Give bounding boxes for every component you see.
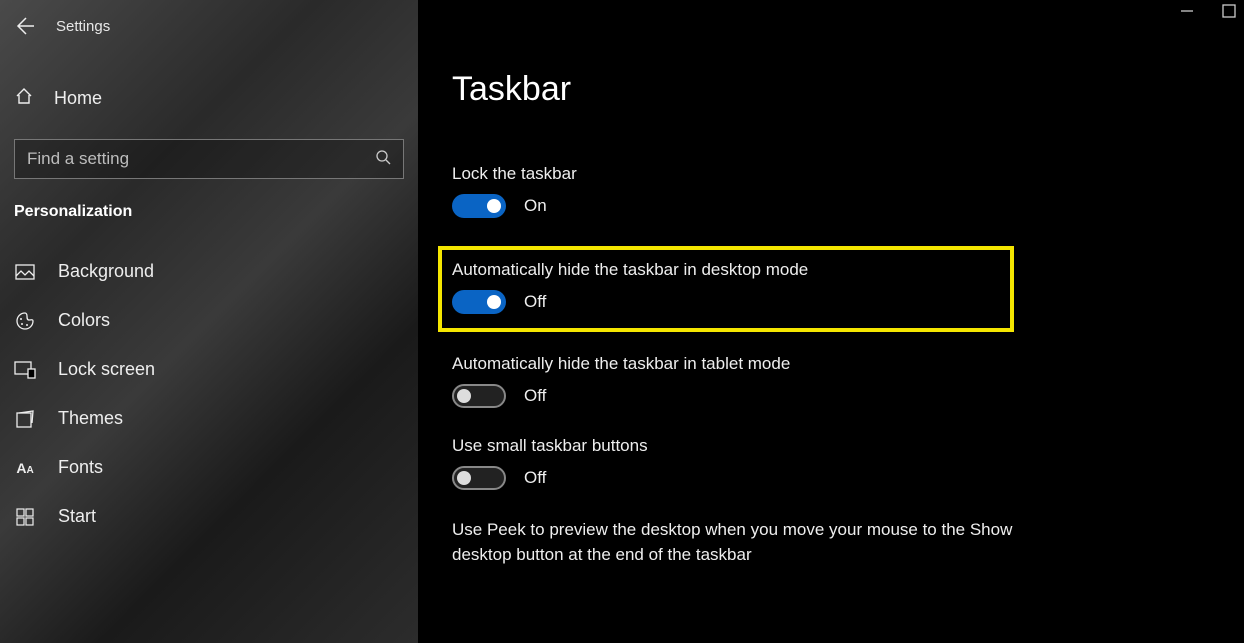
toggle-autohide-tablet[interactable] [452, 384, 506, 408]
sidebar-item-start[interactable]: Start [0, 492, 418, 541]
setting-small-buttons: Use small taskbar buttons Off [452, 436, 1244, 490]
sidebar-home-label: Home [54, 88, 102, 109]
nav-list: Background Colors Lock screen Themes AA … [0, 247, 418, 541]
toggle-state: Off [524, 292, 546, 312]
toggle-lock-taskbar[interactable] [452, 194, 506, 218]
sidebar-item-label: Fonts [58, 457, 103, 478]
sidebar-item-lock-screen[interactable]: Lock screen [0, 345, 418, 394]
sidebar-home[interactable]: Home [0, 76, 418, 121]
search-box[interactable] [14, 139, 404, 179]
sidebar-item-themes[interactable]: Themes [0, 394, 418, 443]
setting-label: Automatically hide the taskbar in deskto… [452, 260, 1000, 280]
category-label: Personalization [0, 179, 418, 229]
sidebar-item-label: Background [58, 261, 154, 282]
page-title: Taskbar [452, 70, 1244, 109]
toggle-autohide-desktop[interactable] [452, 290, 506, 314]
image-icon [14, 264, 36, 280]
setting-lock-taskbar: Lock the taskbar On [452, 164, 1244, 218]
setting-label: Use small taskbar buttons [452, 436, 1244, 456]
maximize-button[interactable] [1222, 4, 1236, 23]
sidebar-item-background[interactable]: Background [0, 247, 418, 296]
toggle-state: On [524, 196, 547, 216]
setting-label: Lock the taskbar [452, 164, 1244, 184]
home-icon [14, 86, 34, 111]
sidebar-item-label: Start [58, 506, 96, 527]
themes-icon [14, 409, 36, 429]
peek-description: Use Peek to preview the desktop when you… [452, 518, 1042, 567]
fonts-icon: AA [14, 460, 36, 476]
toggle-state: Off [524, 468, 546, 488]
search-icon [375, 149, 391, 170]
start-icon [14, 508, 36, 526]
main-content: Taskbar Lock the taskbar On Automaticall… [418, 0, 1244, 643]
setting-label: Automatically hide the taskbar in tablet… [452, 354, 1244, 374]
sidebar: Settings Home Personalization Background… [0, 0, 418, 643]
minimize-button[interactable] [1180, 4, 1194, 23]
window-controls [1180, 4, 1236, 23]
setting-autohide-tablet: Automatically hide the taskbar in tablet… [452, 354, 1244, 408]
lock-screen-icon [14, 361, 36, 379]
search-input[interactable] [27, 149, 375, 169]
toggle-small-buttons[interactable] [452, 466, 506, 490]
palette-icon [14, 311, 36, 331]
highlight-box: Automatically hide the taskbar in deskto… [438, 246, 1014, 332]
toggle-state: Off [524, 386, 546, 406]
back-icon[interactable] [14, 16, 34, 36]
sidebar-item-colors[interactable]: Colors [0, 296, 418, 345]
sidebar-item-fonts[interactable]: AA Fonts [0, 443, 418, 492]
sidebar-item-label: Themes [58, 408, 123, 429]
sidebar-item-label: Colors [58, 310, 110, 331]
app-title: Settings [56, 18, 110, 35]
sidebar-item-label: Lock screen [58, 359, 155, 380]
sidebar-header: Settings [0, 6, 418, 46]
